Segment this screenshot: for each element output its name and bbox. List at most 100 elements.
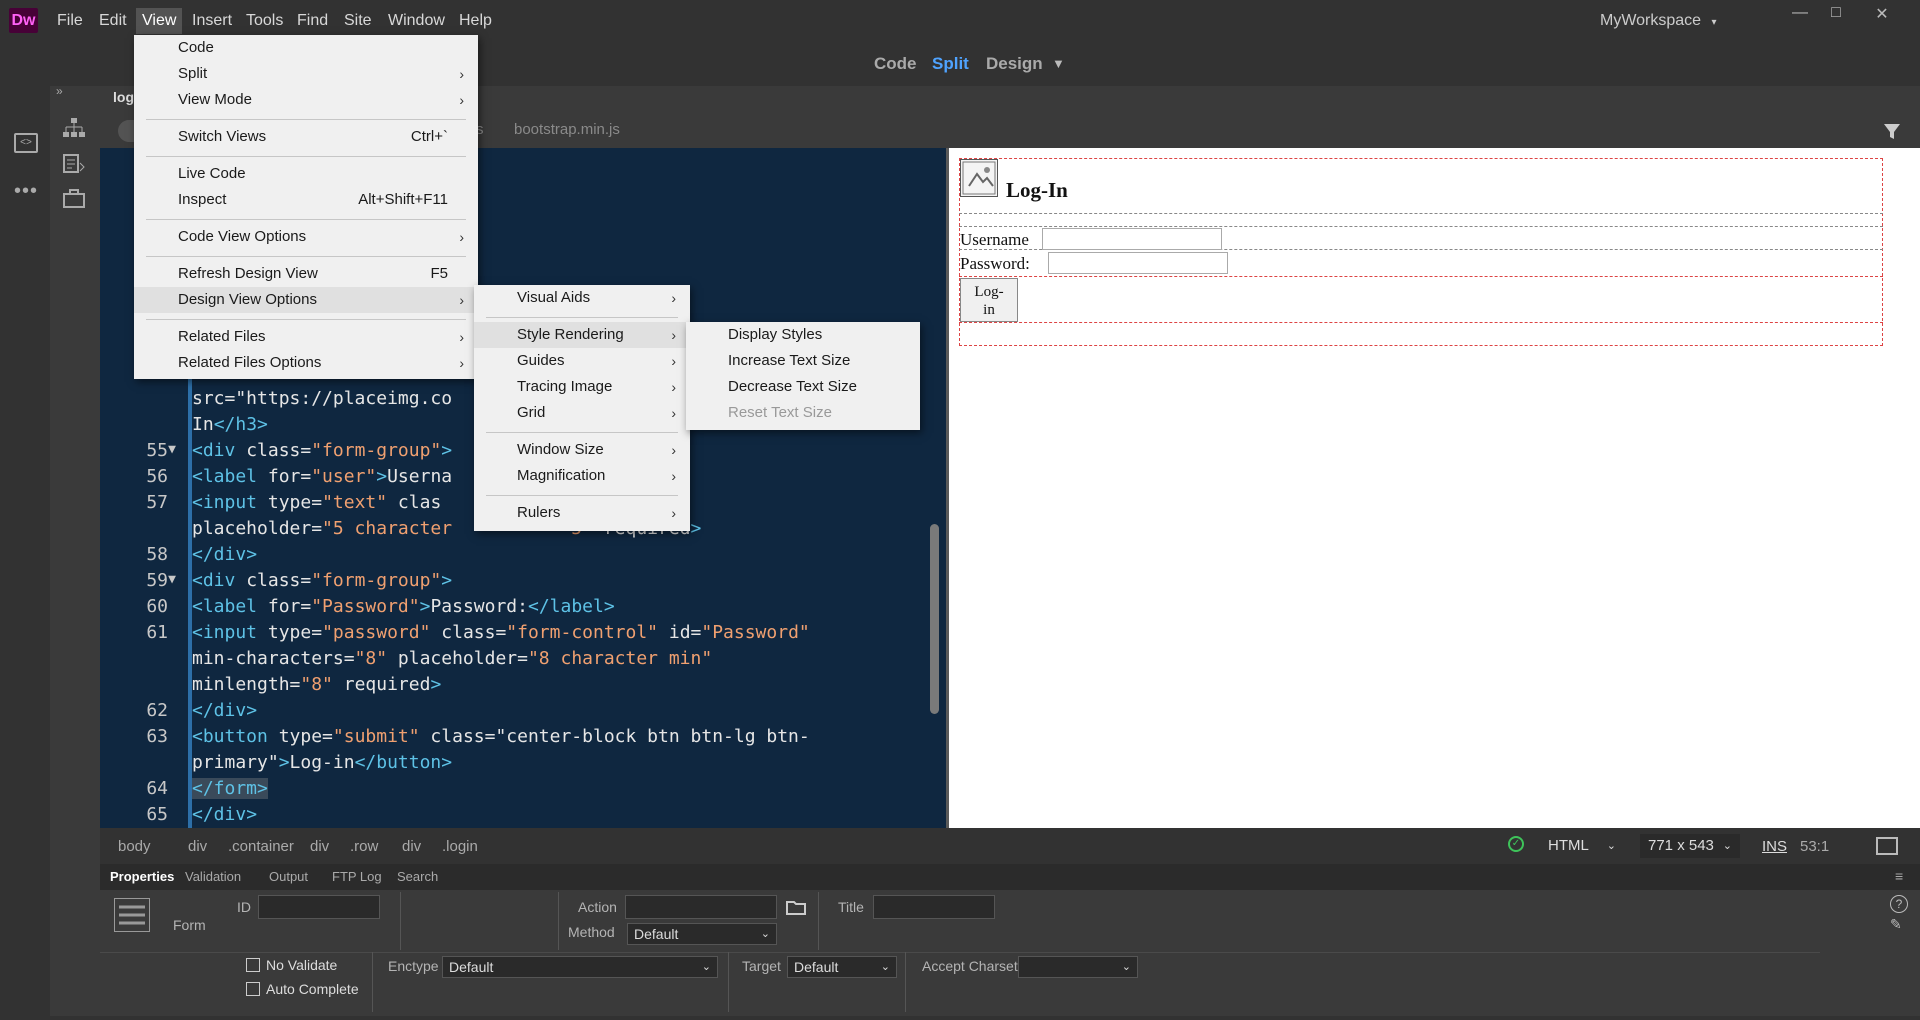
style-rendering-item[interactable]: Decrease Text Size [686,374,920,400]
code-line[interactable]: </div> [192,544,257,565]
view-menu-item[interactable]: Switch Views Ctrl+` [134,124,478,150]
code-navigator-icon[interactable]: <> [14,133,38,153]
edit-icon[interactable]: ✎ [1890,916,1908,934]
view-menu-item[interactable]: Split › [134,61,478,87]
no-validate-checkbox[interactable] [246,958,260,972]
code-line[interactable]: min-characters="8" placeholder="8 charac… [192,648,712,669]
panel-menu-icon[interactable]: ≡ [1895,868,1903,884]
style-rendering-item[interactable]: Reset Text Size [686,400,920,426]
code-view-button[interactable]: Code [874,54,917,74]
login-button[interactable]: Log-in [960,278,1018,322]
view-menu-item[interactable]: Code View Options › [134,224,478,250]
menu-file[interactable]: File [51,8,89,34]
tab-ftp-log[interactable]: FTP Log [332,869,382,884]
maximize-button[interactable]: □ [1821,4,1851,26]
breadcrumb-item[interactable]: .login [442,838,478,855]
view-menu-item[interactable]: View Mode › [134,87,478,113]
preview-icon[interactable] [1876,837,1898,855]
style-rendering-item[interactable]: Display Styles [686,322,920,348]
split-view-button[interactable]: Split [932,54,969,74]
fold-icon[interactable]: ▼ [160,572,176,587]
action-input[interactable] [625,895,777,919]
menu-insert[interactable]: Insert [186,8,238,34]
design-options-item[interactable]: Style Rendering › [474,322,690,348]
menu-help[interactable]: Help [453,8,498,34]
code-line[interactable]: </div> [192,700,257,721]
menu-find[interactable]: Find [291,8,334,34]
window-size-select[interactable]: 771 x 543 ⌄ [1640,834,1740,858]
menu-edit[interactable]: Edit [93,8,133,34]
related-file-bootstrap[interactable]: bootstrap.min.js [514,121,620,138]
filter-icon[interactable] [1883,122,1901,140]
expand-panel-icon[interactable]: » [56,84,63,98]
view-menu-item[interactable]: Design View Options › [134,287,478,313]
design-view[interactable]: Log-In Username Password: Log-in [949,148,1920,828]
code-line[interactable]: <label for="user">Userna [192,466,452,487]
document-type-select[interactable]: HTML ⌄ [1540,834,1626,858]
sitemap-icon[interactable] [62,117,86,139]
code-line[interactable]: In</h3> [192,414,268,435]
minimize-button[interactable]: — [1785,4,1815,26]
design-options-item[interactable]: Visual Aids › [474,285,690,311]
enctype-select[interactable]: Default ⌄ [442,956,718,978]
username-input[interactable] [1042,228,1222,250]
code-line[interactable]: <input type="password" class="form-contr… [192,622,810,643]
tab-output[interactable]: Output [269,869,308,884]
breadcrumb-item[interactable]: div [402,838,421,855]
auto-complete-checkbox[interactable] [246,982,260,996]
code-line[interactable]: <button type="submit" class="center-bloc… [192,726,810,747]
view-menu-item[interactable]: Inspect Alt+Shift+F11 [134,187,478,213]
breadcrumb-item[interactable]: .row [350,838,378,855]
code-line[interactable]: <div class="form-group"> [192,570,452,591]
code-line[interactable]: src="https://placeimg.co [192,388,452,409]
tab-properties[interactable]: Properties [110,869,174,884]
code-line[interactable]: minlength="8" required> [192,674,441,695]
menu-window[interactable]: Window [382,8,451,34]
breadcrumb-item[interactable]: div [310,838,329,855]
view-menu-item[interactable]: Refresh Design View F5 [134,261,478,287]
folder-icon[interactable] [786,898,806,916]
view-menu-item[interactable]: Related Files Options › [134,350,478,376]
more-icon[interactable]: ••• [14,180,38,203]
code-line[interactable]: </form> [192,778,268,799]
insert-mode[interactable]: INS [1762,838,1787,855]
design-options-item[interactable]: Tracing Image › [474,374,690,400]
menu-site[interactable]: Site [338,8,378,34]
help-icon[interactable]: ? [1890,895,1908,913]
style-rendering-item[interactable]: Increase Text Size [686,348,920,374]
code-line[interactable]: primary">Log-in</button> [192,752,452,773]
design-options-item[interactable]: Guides › [474,348,690,374]
design-options-item[interactable]: Grid › [474,400,690,426]
code-line[interactable]: <label for="Password">Password:</label> [192,596,615,617]
design-options-item[interactable]: Magnification › [474,463,690,489]
tab-search[interactable]: Search [397,869,438,884]
design-options-item[interactable]: Rulers › [474,500,690,526]
code-scrollbar[interactable] [930,524,939,714]
view-menu-item[interactable]: Live Code [134,161,478,187]
menu-view[interactable]: View [136,8,183,34]
tab-validation[interactable]: Validation [185,869,241,884]
breadcrumb-item[interactable]: .container [228,838,294,855]
close-button[interactable]: ✕ [1867,4,1897,26]
workspace-switcher[interactable]: MyWorkspace ▾ [1600,8,1717,34]
assets-icon[interactable] [62,189,86,209]
method-select[interactable]: Default ⌄ [627,923,777,945]
breadcrumb-item[interactable]: body [118,838,151,855]
code-line[interactable]: </div> [192,804,257,825]
target-select[interactable]: Default ⌄ [787,956,897,978]
breadcrumb-item[interactable]: div [188,838,207,855]
code-line[interactable]: <div class="form-group"> [192,440,452,461]
view-menu-item[interactable]: Related Files › [134,324,478,350]
document-tab[interactable]: log [113,89,134,105]
password-input[interactable] [1048,252,1228,274]
design-options-item[interactable]: Window Size › [474,437,690,463]
title-input[interactable] [873,895,995,919]
view-dropdown-icon[interactable]: ▼ [1052,56,1065,71]
design-view-button[interactable]: Design [986,54,1043,74]
document-icon[interactable] [62,154,86,174]
menu-tools[interactable]: Tools [240,8,289,34]
fold-icon[interactable]: ▼ [160,442,176,457]
accept-charset-select[interactable]: ⌄ [1018,956,1138,978]
id-input[interactable] [258,895,380,919]
view-menu-item[interactable]: Code [134,35,478,61]
